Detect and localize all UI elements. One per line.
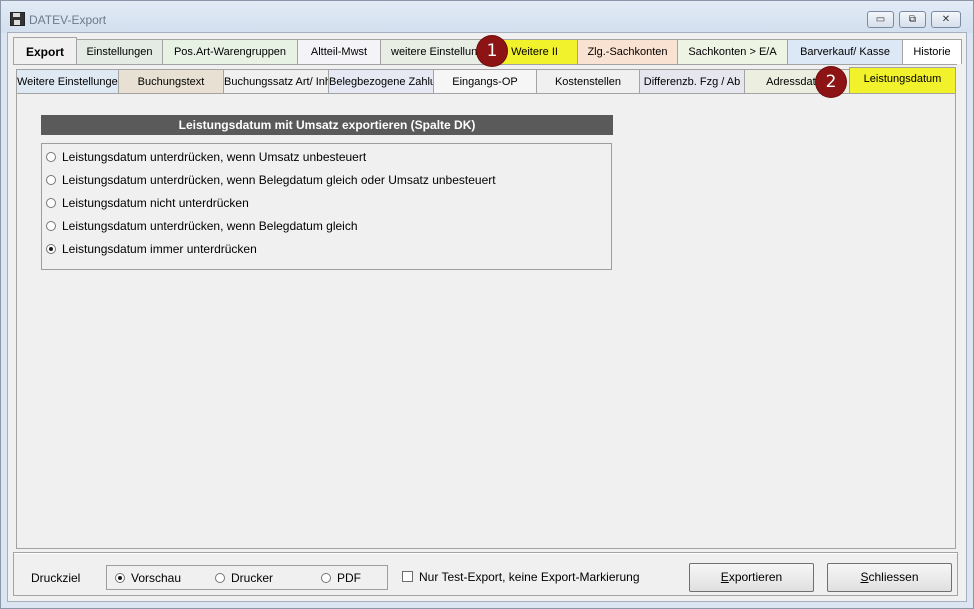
exportieren-button[interactable]: Exportieren [689, 563, 814, 592]
radio-button[interactable] [321, 573, 331, 583]
subtab-leistungsdatum[interactable]: Leistungsdatum [849, 67, 956, 93]
tab-altteil-mwst[interactable]: Altteil-Mwst [297, 39, 381, 64]
druckziel-vorschau[interactable]: Vorschau [115, 571, 181, 585]
option-nicht-unterdruecken[interactable]: Leistungsdatum nicht unterdrücken [46, 194, 249, 212]
window-title: DATEV-Export [29, 13, 107, 27]
close-window-button[interactable]: ✕ [931, 11, 961, 28]
maximize-button[interactable]: ⧉ [899, 11, 926, 28]
tab-export[interactable]: Export [13, 37, 77, 65]
minimize-button[interactable]: ▭ [867, 11, 894, 28]
title-bar: DATEV-Export ▭ ⧉ ✕ [1, 1, 973, 33]
tab-weitere-einstellungen[interactable]: weitere Einstellungen [380, 39, 492, 64]
radio-button[interactable] [46, 175, 56, 185]
section-header: Leistungsdatum mit Umsatz exportieren (S… [41, 115, 613, 135]
subtab-kostenstellen[interactable]: Kostenstellen [536, 69, 640, 93]
subtab-eingangs-op[interactable]: Eingangs-OP [433, 69, 537, 93]
option-belegdatum-oder-unbesteuert[interactable]: Leistungsdatum unterdrücken, wenn Belegd… [46, 171, 496, 189]
maximize-icon: ⧉ [908, 14, 917, 25]
bottom-bar: Druckziel Vorschau Drucker PDF Nur Test-… [13, 552, 958, 596]
radio-button[interactable] [115, 573, 125, 583]
option-belegdatum-gleich[interactable]: Leistungsdatum unterdrücken, wenn Belegd… [46, 217, 358, 235]
annotation-marker-1: 1 [477, 36, 507, 66]
subtab-belegbezogene-zahlung[interactable]: Belegbezogene Zahlung [328, 69, 434, 93]
tab-barverkauf-kasse[interactable]: Barverkauf/ Kasse [787, 39, 903, 64]
radio-button[interactable] [46, 152, 56, 162]
app-window: DATEV-Export ▭ ⧉ ✕ Export Einstellungen … [0, 0, 974, 609]
test-export-checkbox[interactable]: Nur Test-Export, keine Export-Markierung [402, 570, 640, 584]
floppy-disk-icon [10, 12, 25, 26]
client-area: Export Einstellungen Pos.Art-Warengruppe… [7, 32, 967, 602]
druckziel-drucker[interactable]: Drucker [215, 571, 273, 585]
tab-zlg-sachkonten[interactable]: Zlg.-Sachkonten [577, 39, 678, 64]
radio-button[interactable] [215, 573, 225, 583]
radio-button[interactable] [46, 198, 56, 208]
druckziel-pdf[interactable]: PDF [321, 571, 361, 585]
option-unbesteuert[interactable]: Leistungsdatum unterdrücken, wenn Umsatz… [46, 148, 366, 166]
druckziel-label: Druckziel [31, 571, 81, 585]
tab-einstellungen[interactable]: Einstellungen [76, 39, 163, 64]
tab-historie[interactable]: Historie [902, 39, 962, 64]
subtab-buchungssatz[interactable]: Buchungssatz Art/ Inhalt [223, 69, 329, 93]
minimize-icon: ▭ [875, 14, 886, 25]
annotation-marker-2: 2 [816, 67, 846, 97]
close-icon: ✕ [941, 14, 951, 25]
subtab-weitere-einstellungen[interactable]: Weitere Einstellungen [16, 69, 119, 93]
option-immer-unterdruecken[interactable]: Leistungsdatum immer unterdrücken [46, 240, 257, 258]
tab-sachkonten-ea[interactable]: Sachkonten > E/A [677, 39, 788, 64]
subtab-buchungstext[interactable]: Buchungstext [118, 69, 224, 93]
leistungsdatum-page: Leistungsdatum mit Umsatz exportieren (S… [16, 93, 956, 549]
leistungsdatum-options: Leistungsdatum unterdrücken, wenn Umsatz… [41, 143, 612, 270]
druckziel-group: Vorschau Drucker PDF [106, 565, 388, 590]
radio-button[interactable] [46, 221, 56, 231]
tab-pos-art-warengruppen[interactable]: Pos.Art-Warengruppen [162, 39, 298, 64]
subtab-differenzb[interactable]: Differenzb. Fzg / Ab [639, 69, 745, 93]
checkbox[interactable] [402, 571, 413, 582]
radio-button[interactable] [46, 244, 56, 254]
schliessen-button[interactable]: Schliessen [827, 563, 952, 592]
